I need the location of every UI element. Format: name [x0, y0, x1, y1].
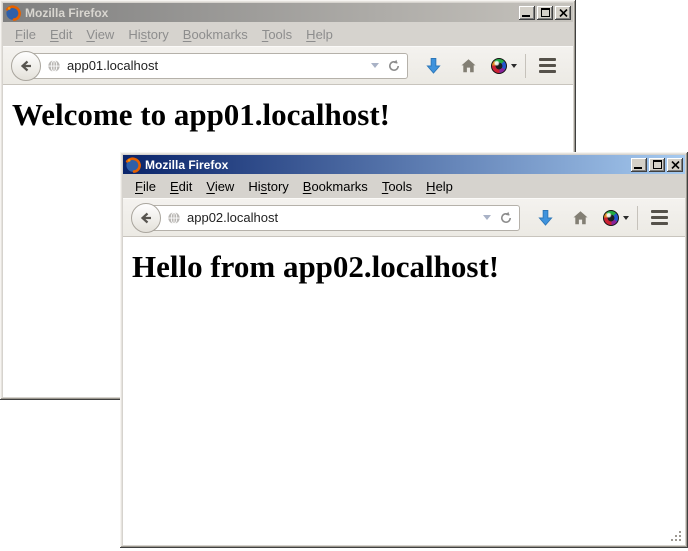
download-icon — [426, 57, 441, 75]
close-icon — [559, 9, 568, 17]
window-title: Mozilla Firefox — [25, 6, 519, 20]
url-text: app02.localhost — [187, 210, 483, 225]
hamburger-icon — [651, 210, 668, 225]
minimize-button[interactable] — [519, 6, 535, 20]
menu-help[interactable]: Help — [299, 24, 340, 45]
url-dropdown-icon[interactable] — [371, 63, 379, 68]
home-button[interactable] — [451, 50, 486, 82]
download-button[interactable] — [416, 50, 451, 82]
chevron-down-icon — [511, 64, 517, 68]
maximize-icon — [653, 160, 662, 169]
minimize-button[interactable] — [631, 158, 647, 172]
url-input[interactable]: app02.localhost — [146, 205, 520, 231]
chevron-down-icon — [623, 216, 629, 220]
navigation-toolbar: app01.localhost — [3, 46, 573, 85]
navigation-toolbar: app02.localhost — [123, 198, 685, 237]
reload-icon[interactable] — [387, 59, 401, 73]
menu-bookmarks[interactable]: Bookmarks — [296, 176, 375, 197]
browser-window-app02: Mozilla Firefox File Edit View History B… — [120, 152, 688, 548]
maximize-icon — [541, 8, 550, 17]
back-button[interactable] — [11, 51, 41, 81]
menu-view[interactable]: View — [79, 24, 121, 45]
minimize-icon — [634, 167, 642, 169]
theme-picker-button[interactable] — [486, 50, 521, 82]
app-menu-button[interactable] — [530, 50, 565, 82]
menu-file[interactable]: File — [8, 24, 43, 45]
menu-tools[interactable]: Tools — [255, 24, 299, 45]
home-icon — [572, 210, 589, 226]
page-content-app02: Hello from app02.localhost! — [123, 237, 685, 545]
toolbar-separator — [525, 54, 526, 78]
minimize-icon — [522, 15, 530, 17]
home-icon — [460, 58, 477, 74]
titlebar[interactable]: Mozilla Firefox — [123, 155, 685, 174]
menu-help[interactable]: Help — [419, 176, 460, 197]
menu-edit[interactable]: Edit — [43, 24, 79, 45]
hamburger-icon — [539, 58, 556, 73]
menu-history[interactable]: History — [121, 24, 175, 45]
titlebar[interactable]: Mozilla Firefox — [3, 3, 573, 22]
menu-file[interactable]: File — [128, 176, 163, 197]
menu-bar: File Edit View History Bookmarks Tools H… — [3, 23, 573, 46]
globe-icon[interactable] — [47, 59, 61, 73]
firefox-icon — [5, 5, 21, 21]
close-button[interactable] — [667, 158, 683, 172]
color-wheel-icon — [603, 210, 619, 226]
download-button[interactable] — [528, 202, 563, 234]
menu-edit[interactable]: Edit — [163, 176, 199, 197]
back-button[interactable] — [131, 203, 161, 233]
page-heading: Welcome to app01.localhost! — [12, 97, 573, 133]
close-button[interactable] — [555, 6, 571, 20]
url-text: app01.localhost — [67, 58, 371, 73]
color-wheel-icon — [491, 58, 507, 74]
back-arrow-icon — [18, 58, 34, 74]
menu-view[interactable]: View — [199, 176, 241, 197]
menu-bar: File Edit View History Bookmarks Tools H… — [123, 175, 685, 198]
app-menu-button[interactable] — [642, 202, 677, 234]
menu-history[interactable]: History — [241, 176, 295, 197]
theme-picker-button[interactable] — [598, 202, 633, 234]
download-icon — [538, 209, 553, 227]
window-title: Mozilla Firefox — [145, 158, 631, 172]
close-icon — [671, 161, 680, 169]
globe-icon[interactable] — [167, 211, 181, 225]
resize-grip[interactable] — [671, 531, 684, 544]
url-dropdown-icon[interactable] — [483, 215, 491, 220]
menu-tools[interactable]: Tools — [375, 176, 419, 197]
back-arrow-icon — [138, 210, 154, 226]
maximize-button[interactable] — [649, 158, 665, 172]
home-button[interactable] — [563, 202, 598, 234]
firefox-icon — [125, 157, 141, 173]
page-heading: Hello from app02.localhost! — [132, 249, 685, 285]
url-input[interactable]: app01.localhost — [26, 53, 408, 79]
reload-icon[interactable] — [499, 211, 513, 225]
toolbar-separator — [637, 206, 638, 230]
menu-bookmarks[interactable]: Bookmarks — [176, 24, 255, 45]
maximize-button[interactable] — [537, 6, 553, 20]
